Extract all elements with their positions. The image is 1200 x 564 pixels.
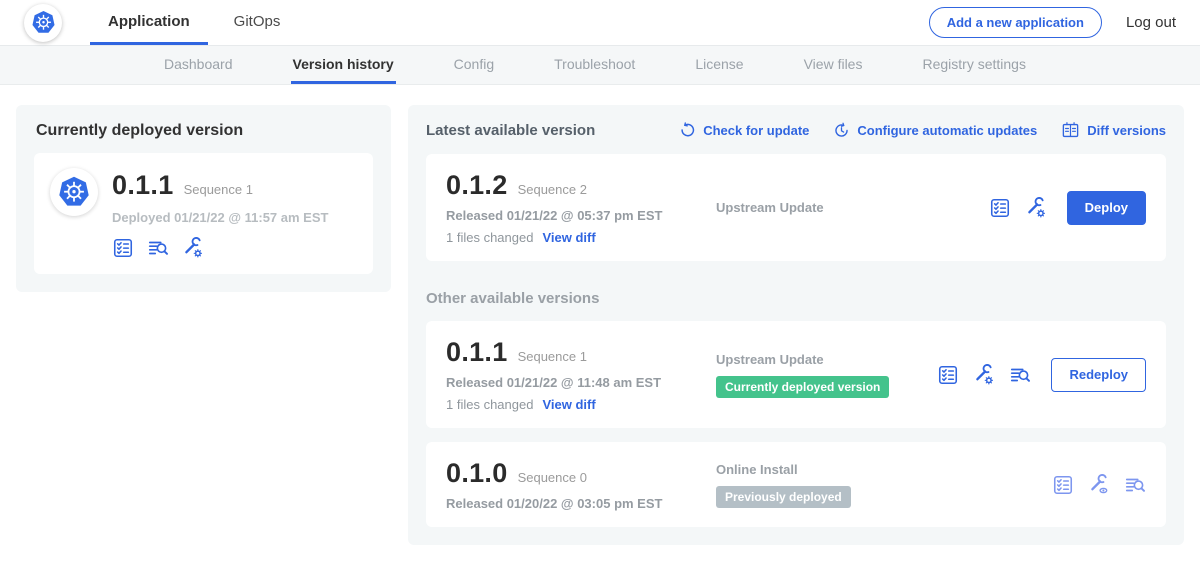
topnav-tabs: Application GitOps [90, 0, 298, 45]
deployed-version-info: 0.1.1 Sequence 1 Deployed 01/21/22 @ 11:… [112, 168, 328, 259]
preflight-checks-icon[interactable] [1052, 474, 1074, 496]
version-number: 0.1.1 [446, 337, 508, 368]
files-changed-label: 1 files changed [446, 230, 533, 245]
tab-gitops[interactable]: GitOps [216, 0, 299, 45]
released-timestamp: Released 01/21/22 @ 05:37 pm EST [446, 208, 696, 223]
version-row-0-1-2: 0.1.2 Sequence 2 Released 01/21/22 @ 05:… [426, 154, 1166, 261]
currently-deployed-badge: Currently deployed version [716, 376, 889, 398]
deployed-version-number: 0.1.1 [112, 170, 174, 201]
currently-deployed-title: Currently deployed version [34, 122, 373, 140]
deploy-logs-icon[interactable] [1009, 364, 1031, 386]
redeploy-button[interactable]: Redeploy [1051, 358, 1146, 392]
deploy-logs-icon[interactable] [147, 237, 169, 259]
subnav-tab-license[interactable]: License [693, 46, 745, 84]
currently-deployed-panel: Currently deployed version 0.1.1 Sequenc… [16, 105, 391, 292]
source-label: Upstream Update [716, 352, 824, 367]
deployed-timestamp: Deployed 01/21/22 @ 11:57 am EST [112, 210, 328, 225]
version-row-0-1-0: 0.1.0 Sequence 0 Released 01/20/22 @ 03:… [426, 442, 1166, 527]
deploy-button[interactable]: Deploy [1067, 191, 1146, 225]
subnav-tab-dashboard[interactable]: Dashboard [162, 46, 235, 84]
version-info: 0.1.1 Sequence 1 Released 01/21/22 @ 11:… [446, 337, 696, 412]
previously-deployed-badge: Previously deployed [716, 486, 851, 508]
view-diff-link[interactable]: View diff [542, 230, 595, 245]
released-timestamp: Released 01/20/22 @ 03:05 pm EST [446, 496, 696, 511]
deployed-sequence-label: Sequence 1 [184, 182, 253, 197]
app-subnav: Dashboard Version history Config Trouble… [0, 46, 1200, 85]
deploy-logs-icon[interactable] [1124, 474, 1146, 496]
source-label: Upstream Update [716, 200, 824, 215]
main-content: Currently deployed version 0.1.1 Sequenc… [0, 85, 1200, 545]
top-nav: Application GitOps Add a new application… [0, 0, 1200, 46]
diff-icon [1061, 121, 1080, 140]
preflight-checks-icon[interactable] [937, 364, 959, 386]
sequence-label: Sequence 1 [518, 349, 587, 364]
deployed-version-card: 0.1.1 Sequence 1 Deployed 01/21/22 @ 11:… [34, 153, 373, 274]
configure-automatic-updates-link[interactable]: Configure automatic updates [833, 122, 1037, 139]
view-diff-link[interactable]: View diff [542, 397, 595, 412]
check-for-update-label: Check for update [703, 123, 809, 138]
version-history-panel: Latest available version Check for updat… [408, 105, 1184, 545]
edit-config-icon[interactable] [973, 364, 995, 386]
latest-version-title: Latest available version [426, 122, 595, 139]
latest-version-header: Latest available version Check for updat… [426, 121, 1166, 140]
version-source: Upstream Update [696, 200, 989, 215]
diff-versions-label: Diff versions [1087, 123, 1166, 138]
subnav-tab-registry-settings[interactable]: Registry settings [920, 46, 1027, 84]
check-for-update-link[interactable]: Check for update [679, 122, 809, 139]
sequence-label: Sequence 0 [518, 470, 587, 485]
version-number: 0.1.0 [446, 458, 508, 489]
header-actions: Check for update Configure automatic upd… [679, 121, 1166, 140]
app-logo [24, 0, 62, 45]
source-label: Online Install [716, 462, 798, 477]
preflight-checks-icon[interactable] [989, 197, 1011, 219]
subnav-tab-version-history[interactable]: Version history [291, 46, 396, 84]
add-application-button[interactable]: Add a new application [929, 7, 1102, 38]
version-source: Online Install Previously deployed [696, 462, 1052, 508]
tab-application[interactable]: Application [90, 0, 208, 45]
configure-automatic-updates-label: Configure automatic updates [857, 123, 1037, 138]
view-config-icon[interactable] [1088, 474, 1110, 496]
edit-config-icon[interactable] [182, 237, 204, 259]
logout-button[interactable]: Log out [1126, 14, 1176, 31]
version-number: 0.1.2 [446, 170, 508, 201]
topnav-right: Add a new application Log out [929, 0, 1176, 45]
subnav-tab-troubleshoot[interactable]: Troubleshoot [552, 46, 637, 84]
diff-versions-link[interactable]: Diff versions [1061, 121, 1166, 140]
other-versions-title: Other available versions [426, 290, 1166, 307]
subnav-tab-config[interactable]: Config [452, 46, 496, 84]
version-actions: Redeploy [937, 358, 1146, 392]
files-changed-label: 1 files changed [446, 397, 533, 412]
subnav-tab-view-files[interactable]: View files [802, 46, 865, 84]
version-actions [1052, 474, 1146, 496]
refresh-icon [679, 122, 696, 139]
deployed-actions [112, 237, 328, 259]
version-info: 0.1.2 Sequence 2 Released 01/21/22 @ 05:… [446, 170, 696, 245]
version-actions: Deploy [989, 191, 1146, 225]
released-timestamp: Released 01/21/22 @ 11:48 am EST [446, 375, 696, 390]
version-row-0-1-1: 0.1.1 Sequence 1 Released 01/21/22 @ 11:… [426, 321, 1166, 428]
edit-config-icon[interactable] [1025, 197, 1047, 219]
version-source: Upstream Update Currently deployed versi… [696, 352, 937, 398]
version-info: 0.1.0 Sequence 0 Released 01/20/22 @ 03:… [446, 458, 696, 511]
sequence-label: Sequence 2 [518, 182, 587, 197]
preflight-checks-icon[interactable] [112, 237, 134, 259]
app-icon [50, 168, 98, 216]
kubernetes-logo-icon [24, 4, 62, 42]
update-history-icon [833, 122, 850, 139]
